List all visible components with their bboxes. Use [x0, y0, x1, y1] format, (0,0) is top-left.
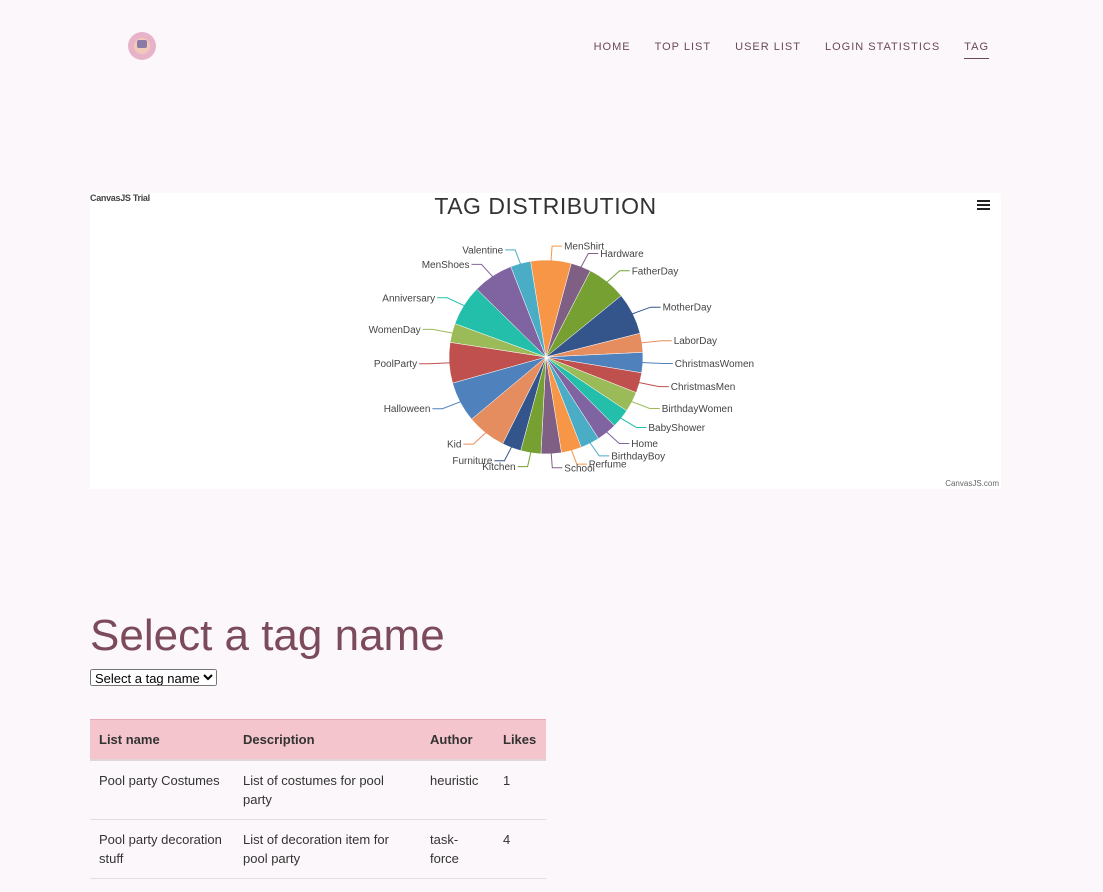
pie-connector-anniversary: [437, 297, 466, 307]
table-row[interactable]: Pool party Costumes List of costumes for…: [90, 760, 546, 820]
pie-connector-menshirt: [550, 245, 563, 263]
pie-connector-halloween: [432, 400, 463, 410]
pie-connector-womenday: [422, 328, 455, 334]
pie-connector-poolparty: [419, 362, 452, 365]
pie-label-kid: Kid: [447, 440, 461, 451]
site-logo[interactable]: [128, 32, 156, 60]
cell-description: List of costumes for pool party: [234, 760, 421, 820]
pie-connector-christmasmen: [637, 381, 669, 388]
pie-connector-menshoes: [471, 263, 494, 279]
chart-title: TAG DISTRIBUTION: [434, 193, 657, 219]
pie-connector-babyshower: [619, 416, 647, 428]
pie-connector-birthdaywomen: [630, 400, 660, 409]
tag-distribution-chart: MenShirt Hardware FatherDay MotherDay LaborD…: [90, 193, 1001, 489]
pie-label-home: Home: [631, 439, 658, 450]
pie-connector-school: [550, 451, 563, 469]
pie-connector-birthdayboy: [588, 441, 610, 457]
pie-label-fatherday: FatherDay: [632, 266, 679, 277]
table-header-row: List name Description Author Likes: [90, 719, 546, 761]
nav-home[interactable]: HOME: [594, 41, 631, 59]
pie-connector-kid: [463, 431, 488, 445]
pie-label-womenday: WomenDay: [369, 325, 421, 336]
column-header-likes: Likes: [494, 719, 546, 761]
pie-connector-hardware: [579, 253, 599, 269]
nav-login-statistics[interactable]: LOGIN STATISTICS: [825, 41, 940, 59]
table-row[interactable]: Pool party decoration stuff List of deco…: [90, 819, 546, 879]
pie-label-valentine: Valentine: [462, 245, 503, 256]
pie-connector-valentine: [505, 249, 522, 266]
tag-select[interactable]: Select a tag name: [90, 669, 217, 686]
pie-label-poolparty: PoolParty: [374, 359, 417, 370]
pie-label-babyshower: BabyShower: [648, 423, 705, 434]
pie-label-menshirt: MenShirt: [564, 242, 604, 253]
pie-connector-furniture: [494, 445, 513, 462]
hamburger-menu-icon[interactable]: [977, 198, 990, 212]
pie-label-furniture: Furniture: [452, 456, 492, 467]
column-header-author: Author: [421, 719, 494, 761]
pie-label-christmasmen: ChristmasMen: [671, 382, 735, 393]
pie-label-menshoes: MenShoes: [422, 260, 470, 271]
nav-user-list[interactable]: USER LIST: [735, 41, 801, 59]
column-header-description: Description: [234, 719, 421, 761]
pie-label-halloween: Halloween: [384, 404, 431, 415]
cell-likes: 4: [494, 819, 546, 879]
cell-author: heuristic: [421, 760, 494, 820]
pie-connector-perfume: [570, 448, 587, 465]
pie-label-christmaswomen: ChristmasWomen: [675, 359, 754, 370]
lists-table: List name Description Author Likes Pool …: [90, 719, 546, 879]
cell-description: List of decoration item for pool party: [234, 819, 421, 879]
pie-label-anniversary: Anniversary: [382, 293, 435, 304]
nav-top-list[interactable]: TOP LIST: [655, 41, 712, 59]
pie-connector-christmaswomen: [640, 362, 673, 364]
cell-list-name: Pool party Costumes: [90, 760, 234, 820]
cell-likes: 1: [494, 760, 546, 820]
logo-graphic: [137, 40, 147, 48]
chart-credit-link[interactable]: CanvasJS.com: [945, 479, 999, 488]
pie-connector-motherday: [630, 306, 661, 315]
pie-label-school: School: [564, 463, 595, 474]
main-nav: HOME TOP LIST USER LIST LOGIN STATISTICS…: [594, 41, 989, 59]
pie-connector-fatherday: [605, 270, 630, 284]
cell-list-name: Pool party decoration stuff: [90, 819, 234, 879]
page-heading: Select a tag name: [90, 611, 445, 660]
pie-chart-svg: MenShirtHardware FatherDay MotherDay LaborD…: [369, 242, 754, 475]
pie-connector-laborday: [639, 340, 672, 344]
pie-connector-kitchen: [517, 450, 532, 468]
cell-author: task-force: [421, 819, 494, 879]
pie-label-birthdaywomen: BirthdayWomen: [662, 404, 733, 415]
column-header-list-name: List name: [90, 719, 234, 761]
pie-label-laborday: LaborDay: [674, 336, 717, 347]
pie-connector-home: [605, 430, 630, 444]
nav-tag[interactable]: TAG: [964, 41, 989, 59]
pie-label-hardware: Hardware: [600, 249, 644, 260]
pie-label-motherday: MotherDay: [663, 303, 712, 314]
